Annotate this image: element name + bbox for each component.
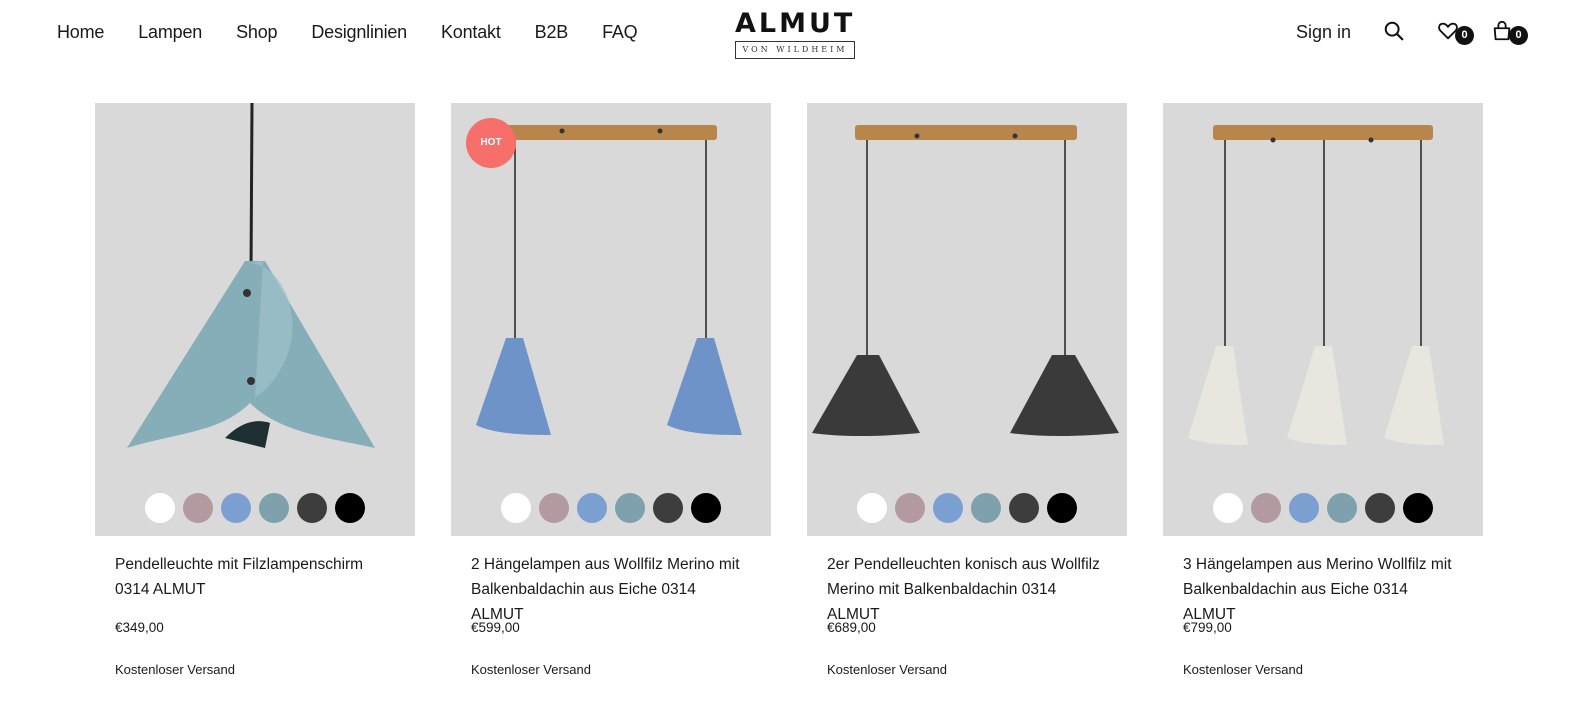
swatch-white[interactable] (1213, 493, 1243, 523)
lamp-illustration (127, 103, 375, 448)
color-swatches (1213, 493, 1433, 523)
swatch-white[interactable] (501, 493, 531, 523)
swatch-teal[interactable] (971, 493, 1001, 523)
swatch-graphite[interactable] (1365, 493, 1395, 523)
nav-lampen[interactable]: Lampen (138, 22, 202, 43)
product-price: €349,00 (115, 620, 164, 635)
swatch-graphite[interactable] (653, 493, 683, 523)
search-icon (1384, 21, 1404, 41)
product-price: €689,00 (827, 620, 876, 635)
lamp-illustration (1188, 125, 1444, 445)
swatch-teal[interactable] (1327, 493, 1357, 523)
product-card[interactable]: HOT 2 Hängelampen aus Wollfilz Merino mi… (451, 103, 771, 677)
site-header: Home Lampen Shop Designlinien Kontakt B2… (0, 0, 1585, 80)
swatch-white[interactable] (857, 493, 887, 523)
swatch-mauve[interactable] (183, 493, 213, 523)
main-nav: Home Lampen Shop Designlinien Kontakt B2… (57, 22, 672, 43)
product-image[interactable] (807, 103, 1127, 536)
hot-badge: HOT (466, 118, 516, 168)
product-card[interactable]: Pendelleuchte mit Filzlampenschirm 0314 … (95, 103, 415, 677)
swatch-black[interactable] (335, 493, 365, 523)
swatch-mauve[interactable] (895, 493, 925, 523)
color-swatches (501, 493, 721, 523)
product-price: €599,00 (471, 620, 520, 635)
nav-designlinien[interactable]: Designlinien (311, 22, 407, 43)
lamp-illustration (476, 125, 742, 435)
shipping-note: Kostenloser Versand (1183, 662, 1303, 677)
swatch-blue[interactable] (933, 493, 963, 523)
logo-wordmark: ALMUT (735, 8, 856, 39)
swatch-black[interactable] (1403, 493, 1433, 523)
header-actions: Sign in 0 0 (1296, 20, 1528, 45)
swatch-blue[interactable] (577, 493, 607, 523)
shipping-note: Kostenloser Versand (471, 662, 591, 677)
shipping-note: Kostenloser Versand (827, 662, 947, 677)
product-price: €799,00 (1183, 620, 1232, 635)
product-card[interactable]: 2er Pendelleuchten konisch aus Wollfilz … (807, 103, 1127, 677)
swatch-mauve[interactable] (539, 493, 569, 523)
lamp-illustration (812, 125, 1119, 437)
nav-home[interactable]: Home (57, 22, 104, 43)
shipping-note: Kostenloser Versand (115, 662, 235, 677)
color-swatches (857, 493, 1077, 523)
swatch-teal[interactable] (259, 493, 289, 523)
brand-logo[interactable]: ALMUT VON WILDHEIM (735, 10, 855, 59)
product-grid: Pendelleuchte mit Filzlampenschirm 0314 … (95, 103, 1495, 702)
nav-shop[interactable]: Shop (236, 22, 277, 43)
product-image[interactable] (95, 103, 415, 536)
product-image[interactable] (1163, 103, 1483, 536)
swatch-blue[interactable] (1289, 493, 1319, 523)
swatch-mauve[interactable] (1251, 493, 1281, 523)
product-title[interactable]: 2er Pendelleuchten konisch aus Wollfilz … (827, 552, 1107, 623)
swatch-teal[interactable] (615, 493, 645, 523)
product-title[interactable]: 3 Hängelampen aus Merino Wollfilz mit Ba… (1183, 552, 1463, 623)
color-swatches (145, 493, 365, 523)
search-button[interactable] (1383, 20, 1407, 44)
product-title[interactable]: 2 Hängelampen aus Wollfilz Merino mit Ba… (471, 552, 751, 623)
logo-subtitle: VON WILDHEIM (735, 41, 855, 59)
product-card[interactable]: 3 Hängelampen aus Merino Wollfilz mit Ba… (1163, 103, 1483, 677)
product-image[interactable]: HOT (451, 103, 771, 536)
swatch-graphite[interactable] (297, 493, 327, 523)
wishlist-count-badge: 0 (1455, 26, 1474, 45)
nav-b2b[interactable]: B2B (535, 22, 569, 43)
swatch-graphite[interactable] (1009, 493, 1039, 523)
swatch-blue[interactable] (221, 493, 251, 523)
swatch-black[interactable] (691, 493, 721, 523)
nav-faq[interactable]: FAQ (602, 22, 638, 43)
cart-button[interactable]: 0 (1491, 20, 1528, 45)
wishlist-button[interactable]: 0 (1437, 20, 1474, 45)
swatch-black[interactable] (1047, 493, 1077, 523)
cart-count-badge: 0 (1509, 26, 1528, 45)
swatch-white[interactable] (145, 493, 175, 523)
sign-in-link[interactable]: Sign in (1296, 22, 1351, 43)
nav-kontakt[interactable]: Kontakt (441, 22, 501, 43)
product-title[interactable]: Pendelleuchte mit Filzlampenschirm 0314 … (115, 552, 395, 602)
